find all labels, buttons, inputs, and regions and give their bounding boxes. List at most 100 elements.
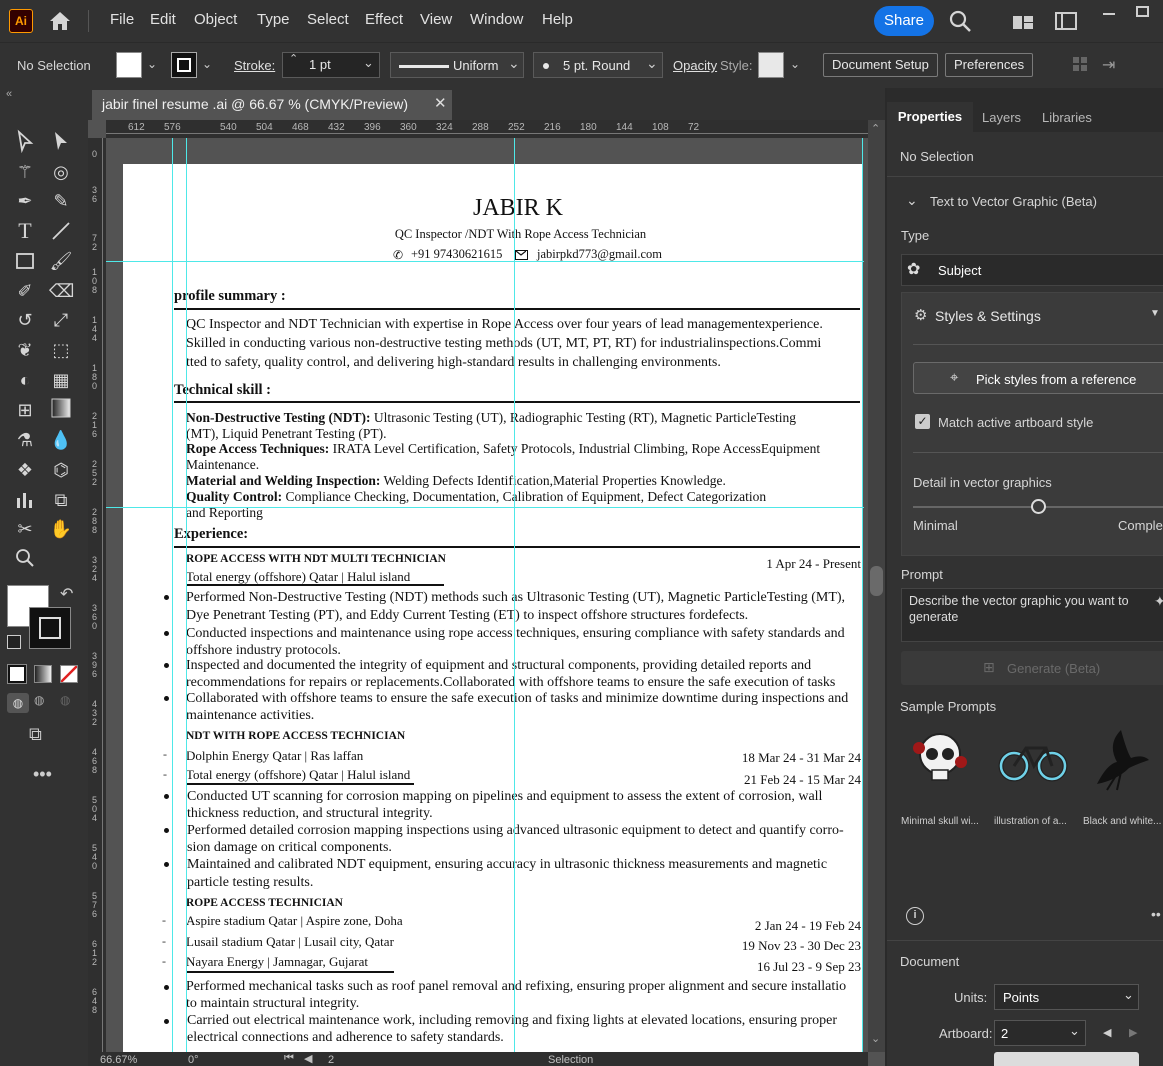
curvature-tool-icon[interactable]: ✎ xyxy=(49,189,73,213)
symbol-sprayer-icon[interactable]: ❖ xyxy=(13,458,37,482)
styles-settings-heading[interactable]: Styles & Settings xyxy=(935,308,1041,324)
warp-tool-icon[interactable]: ❦ xyxy=(13,338,37,362)
brush-definition[interactable]: 5 pt. Round ⌄ xyxy=(533,52,663,78)
screen-mode-icon[interactable]: ⧉ xyxy=(29,724,57,746)
document-tab[interactable]: jabir finel resume .ai @ 66.67 % (CMYK/P… xyxy=(92,90,452,120)
vertical-scrollbar[interactable]: ⌃ ⌄ xyxy=(868,120,885,1052)
suggest-icon[interactable]: ✦ xyxy=(1154,593,1163,610)
tab-properties[interactable]: Properties xyxy=(887,102,973,132)
sample-bicycle-image[interactable] xyxy=(998,736,1068,786)
menu-type[interactable]: Type xyxy=(257,11,290,28)
selection-tool-icon[interactable] xyxy=(13,129,37,154)
preferences-button[interactable]: Preferences xyxy=(945,53,1034,77)
close-icon[interactable]: ✕ xyxy=(434,90,447,118)
perspective-grid-icon[interactable]: ▦ xyxy=(49,368,73,392)
magic-wand-icon[interactable]: ⚚ xyxy=(13,160,37,184)
chevron-down-icon[interactable]: ⌄ xyxy=(646,55,658,72)
stepper-up-icon[interactable]: ⌃ xyxy=(289,52,298,65)
scale-tool-icon[interactable]: ⤢ xyxy=(49,308,73,332)
lasso-icon[interactable]: ◎ xyxy=(49,160,73,184)
scroll-down-icon[interactable]: ⌄ xyxy=(871,1032,880,1045)
share-button[interactable]: Share xyxy=(874,6,934,36)
blend-tool-icon[interactable]: ⚗ xyxy=(13,428,37,452)
artboard-number[interactable]: 2 xyxy=(328,1054,334,1066)
type-tool-icon[interactable]: T xyxy=(13,219,37,243)
scroll-up-icon[interactable]: ⌃ xyxy=(871,122,880,135)
maximize-icon[interactable] xyxy=(1136,6,1149,17)
eyedropper-icon[interactable]: 💧 xyxy=(49,428,73,452)
line-tool-icon[interactable] xyxy=(49,219,73,243)
opacity-label[interactable]: Opacity xyxy=(673,58,717,73)
type-dropdown[interactable]: ✿ Subject xyxy=(901,254,1163,286)
sample-skull-image[interactable] xyxy=(907,726,973,792)
pick-styles-button[interactable]: ⌖ Pick styles from a reference xyxy=(913,362,1163,394)
chevron-down-icon[interactable]: ⌄ xyxy=(508,55,520,72)
menu-window[interactable]: Window xyxy=(470,11,523,28)
eraser-icon[interactable]: ⌫ xyxy=(49,279,74,303)
slice-tool-icon[interactable]: ✂ xyxy=(13,517,37,541)
menu-help[interactable]: Help xyxy=(542,11,573,28)
tab-layers[interactable]: Layers xyxy=(982,110,1021,125)
home-icon[interactable] xyxy=(48,9,72,33)
t2v-heading[interactable]: Text to Vector Graphic (Beta) xyxy=(930,194,1097,209)
gradient-tool-icon[interactable] xyxy=(49,398,73,422)
shaper-tool-icon[interactable]: ✐ xyxy=(13,279,37,303)
graphic-style-swatch[interactable] xyxy=(758,52,784,78)
pen-tool-icon[interactable]: ✒ xyxy=(13,189,37,213)
color-mode-icon[interactable] xyxy=(7,664,27,684)
artboard[interactable]: JABIR K QC Inspector /NDT With Rope Acce… xyxy=(123,164,863,1054)
mesh-tool-icon[interactable]: ⊞ xyxy=(13,398,37,422)
match-artboard-checkbox[interactable]: ✓ xyxy=(915,414,930,429)
workspace-icon[interactable] xyxy=(1055,11,1077,31)
generate-button[interactable]: ⊞ Generate (Beta) xyxy=(901,651,1163,685)
default-colors-icon[interactable] xyxy=(7,635,21,649)
detail-slider-thumb[interactable] xyxy=(1031,499,1046,514)
tab-libraries[interactable]: Libraries xyxy=(1042,110,1092,125)
more-options-icon[interactable]: •• xyxy=(1151,906,1161,922)
menu-file[interactable]: File xyxy=(110,11,134,28)
chevron-down-icon[interactable]: ⌄ xyxy=(1123,987,1134,1003)
rotation-field[interactable]: 0° xyxy=(188,1054,199,1066)
prev-artboard-icon[interactable]: ◀ xyxy=(1103,1026,1111,1039)
arrange-documents-icon[interactable] xyxy=(1012,12,1034,30)
zoom-tool-icon[interactable] xyxy=(13,547,37,571)
chevron-down-icon[interactable]: ⌄ xyxy=(790,57,800,71)
swap-colors-icon[interactable]: ↶ xyxy=(60,584,73,604)
prompt-input[interactable]: Describe the vector graphic you want to … xyxy=(901,588,1163,642)
variable-width-profile[interactable]: Uniform ⌄ xyxy=(390,52,524,78)
menu-effect[interactable]: Effect xyxy=(365,11,403,28)
menu-edit[interactable]: Edit xyxy=(150,11,176,28)
stroke-label[interactable]: Stroke: xyxy=(234,58,275,73)
align-icon[interactable] xyxy=(1072,56,1088,72)
shape-builder-icon[interactable]: ◐ xyxy=(13,368,37,392)
stroke-weight-field[interactable]: ⌃ 1 pt ⌄ xyxy=(282,52,380,78)
stroke-swatch[interactable] xyxy=(171,52,197,78)
chevron-down-icon[interactable]: ⌄ xyxy=(202,57,212,71)
artboard-tool-icon[interactable]: ⧉ xyxy=(49,488,73,512)
caret-down-icon[interactable]: ▼ xyxy=(1150,308,1160,319)
none-mode-icon[interactable] xyxy=(60,665,78,683)
menu-select[interactable]: Select xyxy=(307,11,349,28)
rectangle-tool-icon[interactable] xyxy=(13,249,37,273)
edit-artboards-button[interactable] xyxy=(994,1052,1139,1066)
direct-selection-tool-icon[interactable] xyxy=(49,129,73,153)
next-artboard-icon[interactable]: ▶ xyxy=(1129,1026,1137,1039)
zoom-level[interactable]: 66.67% xyxy=(100,1054,137,1066)
document-setup-button[interactable]: Document Setup xyxy=(823,53,938,77)
graph-tool-icon[interactable] xyxy=(13,488,37,512)
sample-bird-image[interactable] xyxy=(1087,724,1157,794)
artboard-dropdown[interactable]: 2 ⌄ xyxy=(994,1020,1086,1046)
free-transform-icon[interactable]: ⬚ xyxy=(49,338,73,362)
stroke-color-box[interactable] xyxy=(29,607,71,649)
menu-object[interactable]: Object xyxy=(194,11,237,28)
units-dropdown[interactable]: Points ⌄ xyxy=(994,984,1139,1010)
first-artboard-icon[interactable]: ⏮ xyxy=(284,1052,294,1065)
transform-icon[interactable]: ⇥ xyxy=(1102,55,1124,75)
search-icon[interactable] xyxy=(948,9,972,33)
rotate-tool-icon[interactable]: ↺ xyxy=(13,308,37,332)
camera-icon[interactable]: ⌬ xyxy=(49,458,73,482)
chevron-down-icon[interactable]: ⌄ xyxy=(363,55,374,71)
info-icon[interactable]: i xyxy=(906,907,924,925)
status-mode[interactable]: Selection xyxy=(548,1054,593,1066)
chevron-down-icon[interactable]: ⌄ xyxy=(906,192,918,209)
